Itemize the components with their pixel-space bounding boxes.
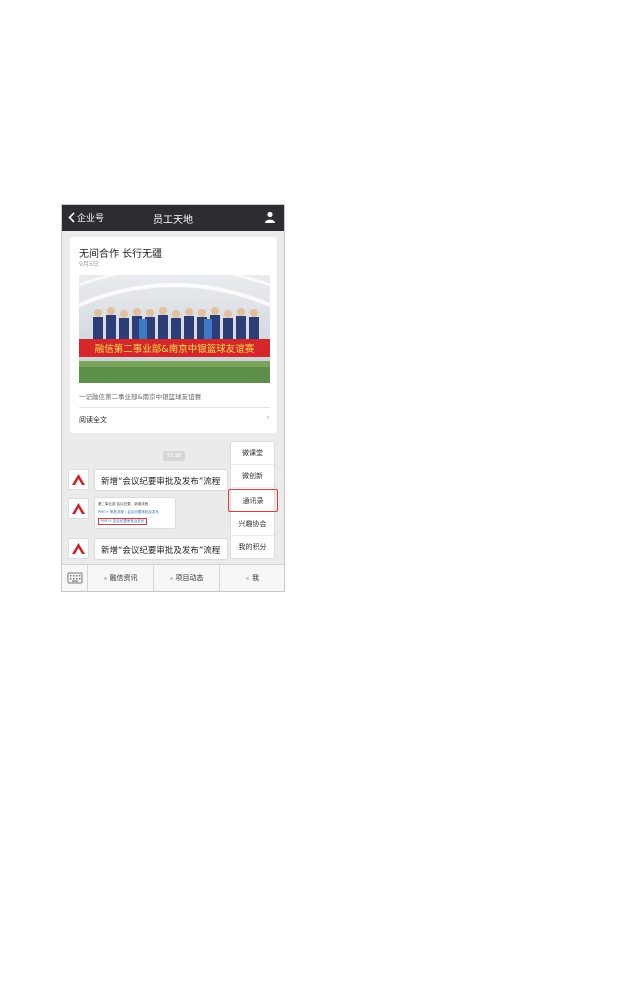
company-logo-icon: [72, 503, 85, 514]
article-cover-image: 融信第二事业部&南京中银篮球友谊赛: [79, 275, 270, 383]
tab-project-updates[interactable]: 项目动态: [153, 565, 219, 591]
phone-screen: 企业号 员工天地 无间合作 长行无疆 9月5日 融信第二事业部&南京中银篮球友谊…: [61, 204, 285, 592]
read-more-link[interactable]: 阅读全文: [79, 415, 107, 425]
menu-dot-icon: [169, 576, 173, 580]
menu-dot-icon: [103, 576, 107, 580]
page-title: 员工天地: [153, 215, 193, 226]
tab-label: 我: [252, 574, 259, 582]
thumbnail-title: 第二事业部·会议纪要、新增流程: [98, 502, 149, 506]
navigation-bar: 企业号 员工天地: [62, 205, 284, 231]
tab-news[interactable]: 融信资讯: [87, 565, 153, 591]
bottom-menu-bar: 融信资讯 项目动态 我: [62, 564, 284, 591]
chevron-right-icon: ›: [266, 413, 270, 423]
chat-message[interactable]: 新增“会议纪要审批及发布”流程: [94, 538, 228, 560]
divider: [79, 407, 270, 408]
article-date: 9月5日: [79, 261, 99, 268]
avatar[interactable]: [68, 469, 89, 490]
timestamp-chip: 11:38: [163, 451, 185, 461]
menu-item-micro-innovation[interactable]: 微创新: [231, 465, 274, 488]
company-logo-icon: [72, 474, 85, 485]
menu-item-interest-club[interactable]: 兴趣协会: [231, 513, 274, 536]
company-logo-icon: [72, 543, 85, 554]
chat-message[interactable]: 新增“会议纪要审批及发布”流程: [94, 469, 228, 491]
banner-text: 融信第二事业部&南京中银篮球友谊赛: [95, 343, 255, 355]
menu-dot-icon: [246, 576, 249, 580]
chat-image-message[interactable]: 第二事业部·会议纪要、新增流程 PMO+ 审批流程 | 会议纪要审批及发布 PM…: [94, 497, 176, 529]
message-text: 新增“会议纪要审批及发布”流程: [101, 546, 221, 556]
user-icon[interactable]: [264, 211, 276, 223]
article-title: 无间合作 长行无疆: [79, 249, 163, 260]
message-text: 新增“会议纪要审批及发布”流程: [101, 477, 221, 487]
thumbnail-highlight: PMO+ 会议纪要审批及发布: [98, 518, 148, 525]
menu-item-contacts[interactable]: 通讯录: [228, 489, 278, 512]
tab-label: 项目动态: [175, 574, 204, 582]
keyboard-icon[interactable]: [66, 569, 84, 587]
menu-item-micro-class[interactable]: 微课堂: [231, 442, 274, 465]
thumbnail-line: PMO+ 审批流程 | 会议纪要审批及发布: [98, 510, 159, 514]
avatar[interactable]: [68, 538, 89, 559]
popup-menu: 微课堂 微创新 通讯录 兴趣协会 我的积分: [228, 441, 278, 559]
tab-label: 融信资讯: [109, 574, 138, 582]
menu-item-my-points[interactable]: 我的积分: [231, 536, 274, 559]
article-card[interactable]: 无间合作 长行无疆 9月5日 融信第二事业部&南京中银篮球友谊赛 一记融信第二事…: [70, 237, 277, 433]
article-summary: 一记融信第二事业部&南京中银篮球友谊赛: [79, 393, 202, 401]
tab-me[interactable]: 我: [219, 565, 284, 591]
avatar[interactable]: [68, 498, 89, 519]
